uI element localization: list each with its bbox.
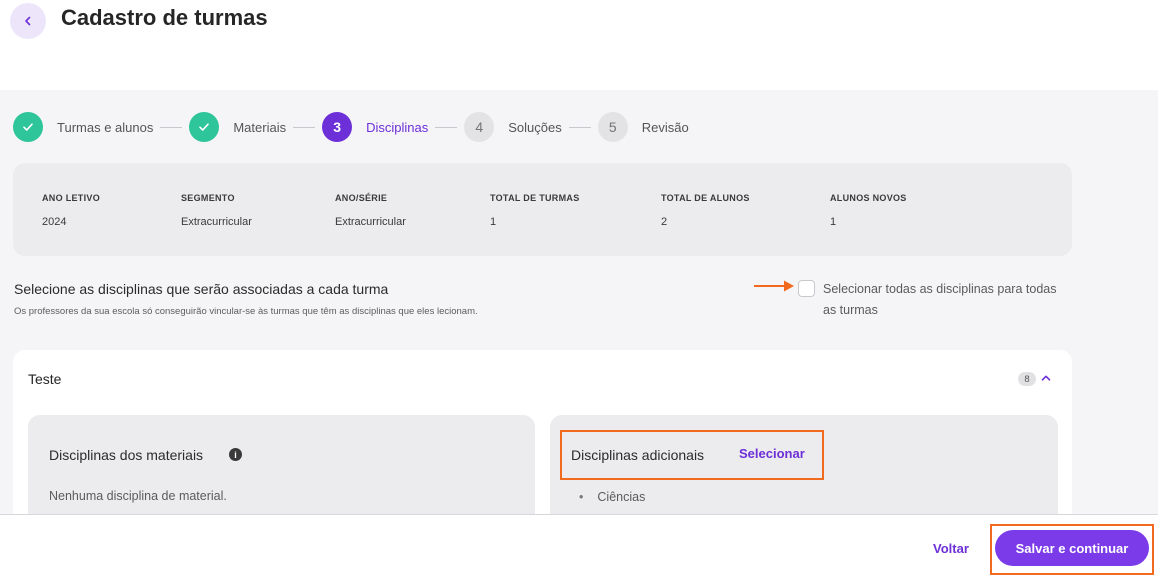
summary-label: SEGMENTO (181, 193, 235, 203)
step-disciplinas[interactable]: 3 Disciplinas (322, 112, 428, 142)
step-label: Turmas e alunos (57, 119, 154, 135)
back-link[interactable]: Voltar (933, 541, 969, 556)
step-solucoes[interactable]: 4 Soluções (464, 112, 562, 142)
summary-value: 2 (661, 216, 668, 228)
summary-ano-letivo: ANO LETIVO 2024 (42, 193, 100, 228)
summary-alunos-novos: ALUNOS NOVOS 1 (830, 193, 907, 228)
summary-ano-serie: ANO/SÉRIE Extracurricular (335, 193, 406, 228)
step-number: 4 (464, 112, 495, 142)
class-name: Teste (28, 371, 62, 387)
summary-value: 1 (490, 216, 497, 228)
step-connector (293, 126, 316, 128)
check-icon (23, 123, 33, 131)
step-label: Revisão (641, 119, 689, 135)
page-title: Cadastro de turmas (61, 5, 268, 30)
materials-empty-text: Nenhuma disciplina de material. (49, 489, 227, 503)
section-title: Selecione as disciplinas que serão assoc… (14, 281, 389, 297)
footer-bar: Voltar Salvar e continuar (0, 514, 1158, 576)
step-label: Disciplinas (366, 119, 429, 135)
summary-total-turmas: TOTAL DE TURMAS 1 (490, 193, 580, 228)
info-icon[interactable]: i (229, 448, 242, 461)
summary-segmento: SEGMENTO Extracurricular (181, 193, 252, 228)
summary-value: 2024 (42, 216, 67, 228)
list-item: Ciências (579, 490, 645, 504)
select-subjects-link[interactable]: Selecionar (739, 446, 805, 461)
summary-card: ANO LETIVO 2024 SEGMENTO Extracurricular… (13, 163, 1072, 256)
check-icon (199, 123, 210, 131)
main-content: Turmas e alunos Materiais 3 Disciplinas … (0, 90, 1158, 535)
select-all-checkbox[interactable] (798, 280, 815, 297)
additional-subjects-title: Disciplinas adicionais (571, 447, 705, 463)
summary-label: ANO LETIVO (42, 193, 101, 203)
step-connector (435, 126, 458, 128)
step-connector (568, 126, 591, 128)
select-all-label[interactable]: Selecionar todas as disciplinas para tod… (823, 279, 1073, 321)
summary-value: 1 (830, 216, 837, 228)
arrow-right-icon (754, 280, 794, 292)
step-done-circle (189, 112, 220, 142)
step-number: 5 (597, 112, 628, 142)
step-revisao[interactable]: 5 Revisão (597, 112, 689, 142)
back-button[interactable] (10, 3, 46, 39)
summary-total-alunos: TOTAL DE ALUNOS 2 (661, 193, 750, 228)
materials-subjects-title: Disciplinas dos materiais (49, 447, 204, 463)
summary-value: Extracurricular (335, 216, 406, 228)
step-label: Materiais (233, 119, 287, 135)
step-materiais[interactable]: Materiais (189, 112, 286, 142)
section-subtitle: Os professores da sua escola só consegui… (14, 306, 478, 317)
summary-label: TOTAL DE ALUNOS (661, 193, 750, 203)
summary-label: ANO/SÉRIE (335, 193, 388, 203)
top-bar: Cadastro de turmas (0, 0, 1158, 90)
summary-label: ALUNOS NOVOS (830, 193, 907, 203)
step-label: Soluções (508, 119, 562, 135)
step-connector (160, 126, 183, 128)
save-continue-button[interactable]: Salvar e continuar (995, 530, 1149, 566)
step-turmas-e-alunos[interactable]: Turmas e alunos (13, 112, 153, 142)
class-panel: Teste 8 Disciplinas dos materiais i Nenh… (13, 350, 1072, 535)
step-done-circle (13, 112, 43, 142)
stepper: Turmas e alunos Materiais 3 Disciplinas … (13, 112, 689, 142)
step-number: 3 (322, 112, 353, 142)
summary-label: TOTAL DE TURMAS (490, 193, 580, 203)
summary-value: Extracurricular (181, 216, 252, 228)
count-badge: 8 (1018, 372, 1036, 386)
chevron-left-icon (25, 16, 31, 26)
chevron-up-icon[interactable] (1041, 373, 1051, 383)
